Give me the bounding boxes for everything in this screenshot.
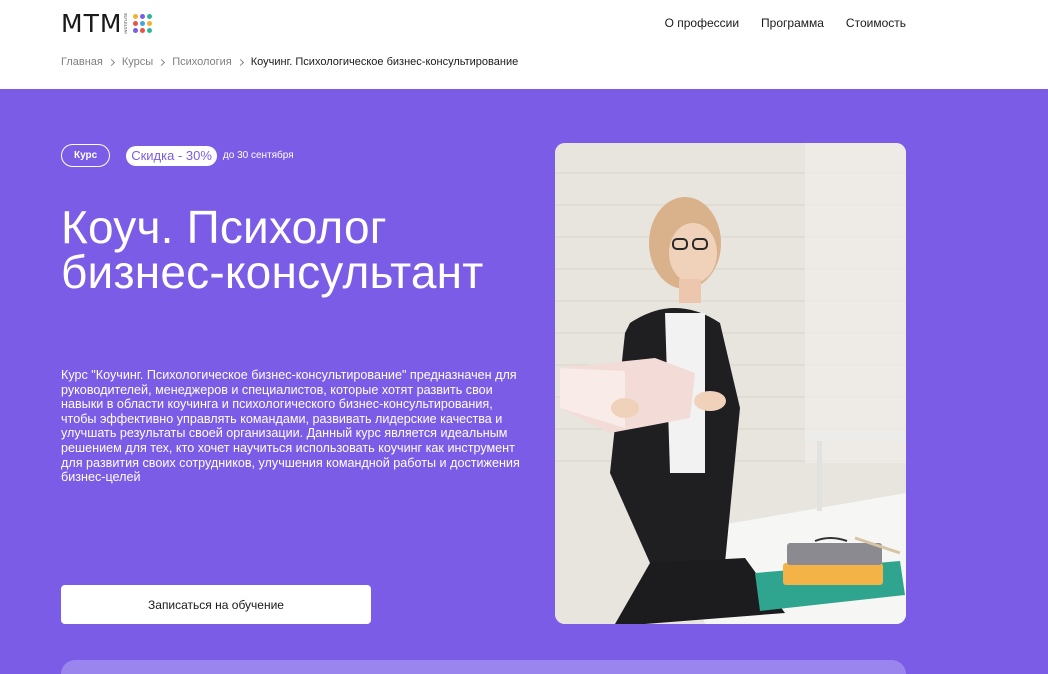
- logo-subtitle: INSTITUTE: [123, 13, 129, 34]
- logo-dot: [140, 14, 146, 19]
- logo-dot: [147, 28, 153, 33]
- logo-dot: [147, 21, 153, 26]
- woman-reading-photo: [555, 143, 906, 624]
- course-badge: Курс: [61, 144, 111, 167]
- chevron-right-icon: [158, 58, 166, 66]
- chevron-right-icon: [107, 58, 115, 66]
- discount-badge: Скидка - 30%: [126, 145, 217, 166]
- discount-deadline: до 30 сентября: [222, 150, 294, 161]
- enroll-button[interactable]: Записаться на обучение: [61, 585, 371, 624]
- logo-dot: [147, 14, 153, 19]
- breadcrumb-psychology[interactable]: Психология: [172, 56, 232, 68]
- logo-dot: [140, 28, 146, 33]
- course-description: Курс "Коучинг. Психологическое бизнес-ко…: [61, 368, 520, 485]
- breadcrumb-courses[interactable]: Курсы: [122, 56, 153, 68]
- nav-item-price[interactable]: Стоимость: [846, 16, 906, 30]
- logo-dot: [133, 21, 139, 26]
- hero-section: Курс Скидка - 30% до 30 сентября Коуч. П…: [0, 89, 1048, 674]
- nav-item-about[interactable]: О профессии: [665, 16, 739, 30]
- chevron-right-icon: [236, 58, 244, 66]
- nav-item-program[interactable]: Программа: [761, 16, 824, 30]
- logo-dot: [133, 28, 139, 33]
- site-header: MTM INSTITUTE О профессии Программа Стои…: [0, 0, 1048, 89]
- logo-dot: [133, 14, 139, 19]
- logo-dots-icon: [133, 14, 153, 33]
- next-section-card: [61, 660, 906, 674]
- hero-tags: Курс Скидка - 30% до 30 сентября: [61, 144, 294, 167]
- logo-dot: [140, 21, 146, 26]
- breadcrumb-home[interactable]: Главная: [61, 56, 103, 68]
- breadcrumb: Главная Курсы Психология Коучинг. Психол…: [61, 56, 518, 68]
- page-title: Коуч. Психолог бизнес-консультант: [61, 201, 484, 298]
- logo[interactable]: MTM INSTITUTE: [61, 9, 153, 38]
- breadcrumb-current: Коучинг. Психологическое бизнес-консульт…: [250, 56, 519, 68]
- hero-photo: [555, 143, 906, 624]
- logo-text: MTM: [61, 9, 123, 38]
- main-nav: О профессии Программа Стоимость: [665, 16, 906, 30]
